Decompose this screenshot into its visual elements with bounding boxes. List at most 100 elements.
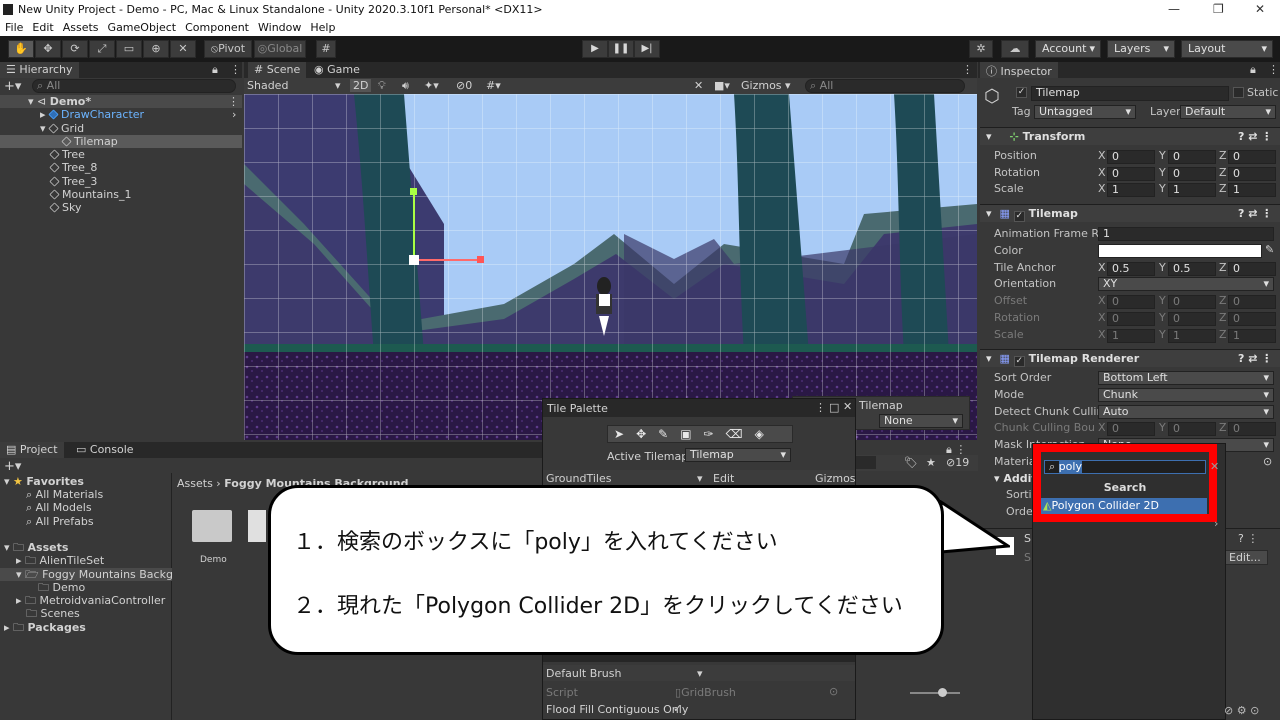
detect-culling-dropdown[interactable]: Auto ▾ (1098, 405, 1274, 419)
vector-field-z[interactable]: 0 (1228, 262, 1276, 276)
maximize-button[interactable]: ❐ (1213, 2, 1224, 16)
transform-header[interactable]: ▾ ⊹ Transform? ⇄ ⋮ (980, 127, 1280, 145)
tilemap-overlay-dropdown[interactable]: None ▾ (879, 414, 963, 428)
brush-caret[interactable]: ▾ (697, 667, 703, 680)
audio-icon[interactable]: 🔊︎ (402, 79, 409, 93)
vector-field-x[interactable]: 0 (1107, 422, 1155, 436)
kebab-menu-icon[interactable]: ⋮ (815, 401, 826, 414)
menu-assets[interactable]: Assets (58, 20, 103, 34)
select-tool-icon[interactable]: ➤ (614, 427, 636, 441)
folder-metroidvania[interactable]: ▸ 🗀︎ MetroidvaniaController (0, 594, 172, 607)
tab-console[interactable]: ▭ Console (70, 442, 140, 458)
orientation-dropdown[interactable]: XY ▾ (1098, 277, 1274, 291)
color-swatch[interactable] (1098, 244, 1262, 258)
tools-icon[interactable]: ✕ (694, 79, 703, 92)
pivot-toggle[interactable]: ⦸Pivot (204, 40, 252, 58)
vector-field-x[interactable]: 0 (1107, 295, 1155, 309)
breadcrumb-assets[interactable]: Assets (177, 477, 213, 490)
tilemap-renderer-header[interactable]: ▾ ▦ ✓ Tilemap Renderer? ⇄ ⋮ (980, 349, 1280, 367)
vector-field-y[interactable]: 0 (1168, 295, 1216, 309)
favorite-all-materials[interactable]: ⌕ All Materials (0, 488, 172, 501)
asset-thumbnail[interactable] (248, 510, 266, 542)
tab-scene[interactable]: # Scene (248, 62, 307, 78)
menu-edit[interactable]: Edit (27, 20, 57, 34)
gizmos-dropdown[interactable]: Gizmos ▾ (741, 79, 799, 92)
vector-field-z[interactable]: 0 (1228, 295, 1276, 309)
vector-field-y[interactable]: 0 (1168, 167, 1216, 181)
lock-icon[interactable]: 🔒︎ (212, 63, 218, 77)
tab-project[interactable]: ▤ Project (0, 442, 64, 458)
scene-canvas[interactable] (244, 94, 977, 440)
shading-dropdown[interactable]: Shaded ▾ (247, 79, 343, 92)
tab-hierarchy[interactable]: ☰ Hierarchy (0, 62, 79, 78)
chevron-right-icon[interactable]: › (1214, 517, 1218, 530)
eyedropper-icon[interactable]: ✎ (1265, 243, 1274, 256)
minimize-button[interactable]: — (1168, 2, 1180, 16)
layers-dropdown[interactable]: Layers ▾ (1107, 40, 1175, 58)
kebab-menu-icon[interactable]: ⋮ (230, 63, 241, 76)
hidden-objects-icon[interactable]: ⊘0 (456, 79, 472, 92)
hierarchy-item-tree-8[interactable]: Tree_8 (0, 161, 242, 174)
object-picker-icon[interactable]: ⊙ (1263, 455, 1272, 468)
tilemap-enabled-checkbox[interactable]: ✓ (1013, 211, 1025, 222)
clear-search-icon[interactable]: ✕ (1210, 460, 1219, 473)
menu-gameobject[interactable]: GameObject (103, 20, 181, 34)
vector-field-y[interactable]: 0 (1168, 312, 1216, 326)
polygon-collider-2d-item[interactable]: ◭Polygon Collider 2D (1041, 498, 1207, 514)
menu-component[interactable]: Component (180, 20, 253, 34)
play-button[interactable]: ▶ (582, 40, 608, 58)
lock-icon[interactable]: 🔒︎ ⋮ (946, 443, 966, 457)
vector-field-z[interactable]: 1 (1228, 183, 1276, 197)
grid-icon[interactable]: #▾ (486, 79, 501, 92)
label-filter-icon[interactable]: 🏷︎ (904, 456, 918, 469)
vector-field-z[interactable]: 0 (1228, 150, 1276, 164)
brush-tool-icon[interactable]: ✎ (658, 427, 680, 441)
active-checkbox[interactable]: ✓ (1016, 87, 1027, 98)
vector-field-z[interactable]: 0 (1228, 312, 1276, 326)
kebab-menu-icon[interactable]: ⋮ (962, 63, 973, 76)
add-asset-icon[interactable]: +▾ (4, 459, 21, 474)
brush-dropdown[interactable]: Default Brush (546, 667, 621, 680)
account-dropdown[interactable]: Account ▾ (1035, 40, 1101, 58)
palette-edit-button[interactable]: Edit (713, 472, 734, 485)
close-icon[interactable]: ✕ (843, 400, 852, 413)
palette-dropdown-caret[interactable]: ▾ (697, 472, 703, 485)
picker-tool-icon[interactable]: ✑ (704, 427, 726, 441)
rotate-tool-icon[interactable]: ⟳ (62, 40, 88, 58)
vector-field-z[interactable]: 1 (1228, 329, 1276, 343)
vector-field-x[interactable]: 0.5 (1107, 262, 1155, 276)
move-tool-icon[interactable]: ✥ (35, 40, 61, 58)
folder-demo[interactable]: 🗀︎ Demo (0, 581, 172, 594)
active-tilemap-dropdown[interactable]: Tilemap ▾ (685, 448, 791, 462)
flood-fill-checkbox[interactable]: ✓ (673, 702, 682, 715)
vector-field-y[interactable]: 1 (1168, 183, 1216, 197)
vector-field-y[interactable]: 0.5 (1168, 262, 1216, 276)
close-button[interactable]: ✕ (1255, 2, 1265, 16)
object-name-field[interactable]: Tilemap (1031, 86, 1229, 101)
hierarchy-item-tree[interactable]: Tree (0, 148, 242, 161)
tab-inspector[interactable]: ⓘ Inspector (980, 62, 1058, 78)
fill-tool-icon[interactable]: ◈ (755, 427, 776, 441)
global-toggle[interactable]: ◎Global (254, 40, 306, 58)
hand-tool-icon[interactable]: ✋ (8, 40, 34, 58)
component-search-input[interactable]: ⌕ poly (1044, 460, 1206, 474)
scene-search-input[interactable]: ⌕ All (805, 79, 965, 93)
mode-dropdown[interactable]: Chunk ▾ (1098, 388, 1274, 402)
status-icons[interactable]: ⊘ ⚙ ⊙ (1224, 704, 1259, 717)
hierarchy-item-sky[interactable]: Sky (0, 201, 242, 214)
hierarchy-item-drawcharacter[interactable]: ▸ DrawCharacter › (0, 108, 242, 121)
vector-field-x[interactable]: 1 (1107, 329, 1155, 343)
step-button[interactable]: ▶| (634, 40, 660, 58)
custom-tool-icon[interactable]: ✕ (170, 40, 196, 58)
vector-field-x[interactable]: 1 (1107, 183, 1155, 197)
add-icon[interactable]: +▾ (4, 79, 21, 94)
hierarchy-item-tilemap[interactable]: Tilemap (0, 135, 242, 148)
static-checkbox[interactable] (1233, 87, 1244, 98)
lighting-icon[interactable]: 💡︎ (378, 79, 386, 93)
box-fill-icon[interactable]: ▣ (680, 427, 703, 441)
palette-dropdown[interactable]: GroundTiles (546, 472, 611, 485)
favorite-all-models[interactable]: ⌕ All Models (0, 501, 172, 514)
packages-folder[interactable]: ▸ 🗀︎ Packages (0, 621, 172, 634)
folder-foggy-mountains[interactable]: ▾ 🗁︎ Foggy Mountains Backgrou (0, 568, 172, 581)
project-search-input[interactable] (856, 456, 876, 469)
